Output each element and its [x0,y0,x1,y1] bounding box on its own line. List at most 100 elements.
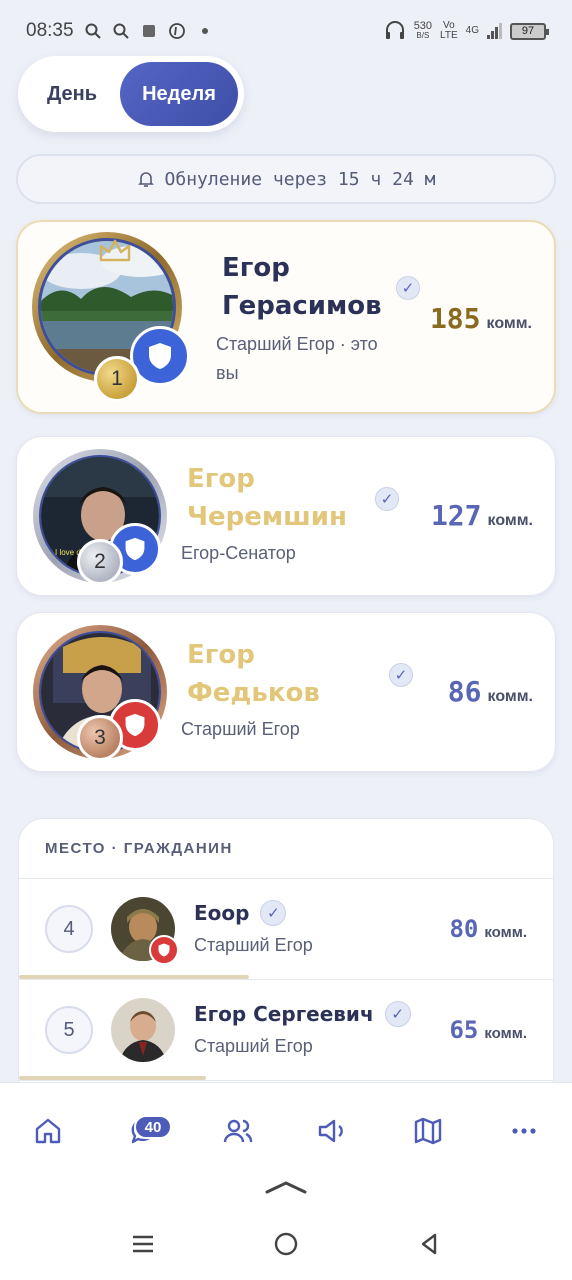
user-name: Еоор ✓ [194,899,287,928]
verified-icon: ✓ [375,487,399,511]
shield-icon [125,713,145,737]
comment-count: 185 комм. [430,302,532,335]
verified-icon: ✓ [389,663,413,687]
user-subtitle: Егор-Сенатор [181,539,296,568]
comment-count-value: 86 [447,675,482,708]
reset-notice-text: Обнуление через 15 ч 24 м [164,168,436,190]
podium-card-2[interactable]: I love democracy 2 Егор Черемшин ✓ Егор-… [16,436,556,596]
user-subtitle: Старший Егор [194,935,313,955]
recent-apps-button[interactable] [128,1229,158,1259]
user-name-text: Еоор [194,901,250,925]
reset-notice: Обнуление через 15 ч 24 м [16,154,556,204]
user-subtitle-line2: вы [216,362,239,383]
leaderboard-list: МЕСТО · ГРАЖДАНИН 4 Еоор ✓ Старший Егор … [18,818,554,1088]
comment-count-unit: комм. [484,1025,527,1042]
bell-icon [137,172,154,187]
podium-card-3[interactable]: 3 Егор Федьков ✓ Старший Егор 86 комм. [16,612,556,772]
comment-count-unit: комм. [487,512,533,529]
dot-icon [196,22,214,40]
rank-number: 5 [45,1006,93,1054]
bottom-nav: 40 [0,1082,572,1280]
user-name: Егор Герасимов [222,250,382,325]
speaker-icon [318,1119,343,1143]
day-toggle-button[interactable]: День [24,83,120,106]
rank-medal: 2 [77,539,123,585]
user-subtitle: Старший Егор [181,715,300,744]
user-subtitle-line1: Егор-Сенатор [181,543,296,563]
shield-icon [149,343,171,369]
back-button[interactable] [414,1229,444,1259]
app-notification-icon [140,22,158,40]
comment-count: 65 комм. [449,1016,527,1044]
menu-icon [133,1235,153,1253]
list-item[interactable]: 5 Егор Сергеевич ✓ Старший Егор 65 комм. [19,980,553,1081]
rank-medal: 1 [94,356,140,402]
week-toggle-button[interactable]: Неделя [120,62,238,126]
rank-medal: 3 [77,715,123,761]
comment-count: 80 комм. [449,915,527,943]
rank-number: 4 [45,905,93,953]
period-toggle: День Неделя [18,56,244,132]
battery-icon: 97 [510,22,549,40]
comment-count-value: 80 [449,915,479,943]
comment-count-unit: комм. [487,688,533,705]
comment-count: 127 комм. [431,499,533,532]
network-type-label: 4G [465,25,479,36]
comment-count-value: 65 [449,1016,479,1044]
shield-badge [149,935,179,965]
status-time: 08:35 [26,20,74,41]
rank-number: 1 [111,367,123,390]
nav-users-button[interactable] [214,1107,262,1155]
list-header: МЕСТО · ГРАЖДАНИН [19,819,553,879]
user-first-name: Егор [187,640,255,670]
shield-icon [158,943,170,957]
headphones-icon [384,20,406,43]
verified-icon: ✓ [384,1000,411,1027]
network-speed-value: 530 [413,20,433,32]
crown-icon [99,239,131,262]
user-first-name: Егор [187,464,255,494]
network-speed-unit: B/S [416,31,430,40]
user-subtitle-line1: Старший Егор [181,719,300,739]
users-icon [223,1119,253,1143]
rank-number: 2 [94,550,106,573]
chat-badge: 40 [134,1115,172,1139]
verified-icon: ✓ [396,276,420,300]
back-triangle-icon [421,1233,437,1255]
comment-count-value: 127 [430,499,482,532]
progress-bar [19,975,249,979]
battery-level: 97 [521,25,535,37]
more-icon [512,1128,536,1134]
map-icon [414,1117,442,1145]
rank-number: 3 [94,726,106,749]
nav-speaker-button[interactable] [308,1107,356,1155]
chevron-up-icon[interactable] [264,1179,308,1195]
comment-count: 86 комм. [448,675,533,708]
circle-icon [274,1232,298,1256]
search-icon [84,22,102,40]
podium-card-1[interactable]: 1 Егор Герасимов ✓ Старший Егор · это вы… [16,220,556,414]
list-item[interactable]: 4 Еоор ✓ Старший Егор 80 комм. [19,879,553,980]
nav-more-button[interactable] [500,1107,548,1155]
user-name: Егор Черемшин [187,461,347,536]
verified-icon: ✓ [260,899,287,926]
status-bar: 08:35 530 B/S Vo LTE 4G 97 [0,0,572,62]
network-type: 4G [466,26,479,36]
home-system-button[interactable] [271,1229,301,1259]
user-last-name: Герасимов [222,290,382,321]
network-speed: 530 B/S [414,21,432,41]
user-subtitle-line1: Старший Егор · это [216,334,378,354]
user-subtitle: Старший Егор · это вы [216,330,378,388]
user-name-text: Егор Сергеевич [194,1002,374,1026]
home-icon [35,1118,61,1144]
volte-bottom: LTE [440,30,458,41]
progress-bar [19,1076,206,1080]
shield-icon [125,537,145,561]
nav-map-button[interactable] [404,1107,452,1155]
avatar[interactable] [111,998,175,1062]
nav-home-button[interactable] [24,1107,72,1155]
comment-count-unit: комм. [484,924,527,941]
search-icon [112,22,130,40]
volte-indicator: Vo LTE [440,21,458,41]
user-last-name: Черемшин [187,501,347,532]
